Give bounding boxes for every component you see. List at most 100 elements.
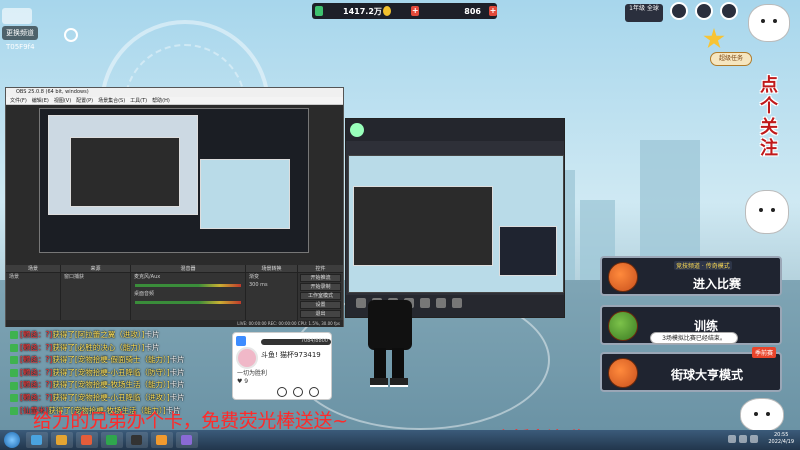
recursive-preview <box>353 186 493 266</box>
duration-field[interactable]: 300 ms <box>246 281 297 289</box>
exit-button[interactable]: 退出 <box>300 310 341 318</box>
windows-taskbar: 20:55 2022/4/19 <box>0 430 800 450</box>
obs-title-bar: OBS 25.0.8 (64 bit, windows) <box>6 88 343 97</box>
clock[interactable]: 20:55 2022/4/19 <box>768 432 794 446</box>
match-mode-label: 竞技频道 · 传奇模式 <box>674 261 732 270</box>
taskbar-app[interactable] <box>126 432 148 448</box>
follow-char: 个 <box>760 96 778 117</box>
mission-button[interactable]: 超级任务 <box>710 52 752 66</box>
transition-select[interactable]: 渐变 <box>246 273 297 281</box>
character-body <box>368 300 412 350</box>
card-type-icon <box>236 336 246 346</box>
menu-help[interactable]: 帮助(H) <box>152 97 170 104</box>
coin-icon <box>383 6 392 16</box>
studio-mode-button[interactable]: 工作室模式 <box>300 292 341 300</box>
app-icon <box>181 435 192 445</box>
start-button[interactable] <box>4 432 20 448</box>
menu-edit[interactable]: 编辑(E) <box>32 97 49 104</box>
note-icon[interactable] <box>293 387 303 397</box>
hp-value: 7084/8800 <box>300 338 328 344</box>
gift-icon[interactable] <box>720 2 738 20</box>
avatar <box>350 123 364 137</box>
gift-icon <box>10 381 18 390</box>
settings-button[interactable]: 设置 <box>300 301 341 309</box>
mic-icon[interactable] <box>420 298 430 308</box>
player-card[interactable]: 7084/8800 斗鱼! 猫杯973419 一切为胜利 ♥ 9 <box>232 332 332 400</box>
cat-mascot <box>748 4 790 42</box>
character-leg <box>374 348 386 380</box>
taskbar-app[interactable] <box>151 432 173 448</box>
mixer-track-mic: 麦克风/Aux <box>134 274 161 280</box>
channel-label[interactable]: 更换频道 <box>2 26 38 40</box>
training-tooltip: 3场模拟比赛已经结束。 <box>650 332 738 344</box>
menu-file[interactable]: 文件(F) <box>10 97 27 104</box>
source-item[interactable]: 窗口捕获 <box>61 273 130 281</box>
mail-icon[interactable] <box>695 2 713 20</box>
menu-tools[interactable]: 工具(T) <box>130 97 147 104</box>
character-shoe <box>390 378 408 387</box>
vip-badge[interactable]: 1年级 全球 <box>625 4 663 22</box>
network-icon[interactable] <box>728 435 736 443</box>
settings-icon[interactable] <box>670 2 688 20</box>
feed-item: [颗函：?] 获得了[宠物拾梗-牧场生活（能力）] 卡片 <box>10 379 230 392</box>
taskbar-app[interactable] <box>101 432 123 448</box>
audio-meter[interactable] <box>135 284 241 287</box>
dock-title-transitions: 场景转换 <box>246 265 297 273</box>
dock-title-mixer: 混音器 <box>131 265 245 273</box>
transitions-dock: 场景转换 渐变 300 ms <box>246 265 298 327</box>
tycoon-mode-button[interactable]: 季前赛 街球大亨模式 <box>600 347 782 392</box>
client-preview <box>348 155 564 293</box>
tycoon-title: 街球大亨模式 <box>670 368 744 382</box>
menu-view[interactable]: 视图(V) <box>54 97 71 104</box>
gift-icon <box>10 356 18 365</box>
clock-date: 2022/4/19 <box>768 439 794 445</box>
whistle-icon <box>608 311 638 341</box>
match-title: 进入比赛 <box>692 277 742 291</box>
obs-window[interactable]: OBS 25.0.8 (64 bit, windows) 文件(F) 编辑(E)… <box>5 87 344 327</box>
add-coin-button[interactable]: + <box>488 6 497 16</box>
stream-client-window[interactable] <box>345 118 565 318</box>
browser-icon <box>81 435 92 445</box>
gift-icon <box>10 331 18 340</box>
basketball-icon <box>608 358 638 388</box>
taskbar-app[interactable] <box>176 432 198 448</box>
sources-dock: 来源 窗口捕获 <box>61 265 131 327</box>
character-shoe <box>370 378 388 387</box>
feed-item: [颗函：?] 获得了[宠物拾梗-假面骑士（能力）] 卡片 <box>10 354 230 367</box>
share-icon[interactable] <box>452 298 462 308</box>
taskbar-app[interactable] <box>26 432 48 448</box>
clock-time: 20:55 <box>773 432 789 438</box>
follow-char: 注 <box>760 138 778 159</box>
enter-match-button[interactable]: 竞技频道 · 传奇模式 进入比赛 <box>600 256 782 296</box>
message-icon[interactable] <box>309 387 319 397</box>
add-currency-button[interactable]: + <box>411 6 420 16</box>
gift-icon <box>10 369 18 378</box>
system-tray <box>728 435 758 443</box>
controls-dock: 控件 开始推流 开始录制 工作室模式 设置 退出 <box>298 265 343 327</box>
mixer-dock: 混音器 麦克风/Aux 桌面音频 <box>131 265 246 327</box>
feed-item: [颗函：?] 获得了[宠物拾梗-小丑降临（进攻）] 卡片 <box>10 392 230 405</box>
taskbar-app[interactable] <box>76 432 98 448</box>
ime-icon[interactable] <box>750 435 758 443</box>
audio-meter[interactable] <box>135 301 241 304</box>
scene-item[interactable]: 场景 <box>6 273 60 281</box>
feed-item: [颗函：?] 获得了[阿拉蕾之翼（进攻）] 卡片 <box>10 329 230 342</box>
menu-profile[interactable]: 配置(P) <box>76 97 93 104</box>
room-id: T05F9f4 <box>6 43 35 51</box>
speaker-icon[interactable] <box>436 298 446 308</box>
start-streaming-button[interactable]: 开始推流 <box>300 274 341 282</box>
info-icon[interactable] <box>277 387 287 397</box>
avatar <box>236 347 258 369</box>
follow-char: 点 <box>760 75 778 96</box>
gift-icon <box>10 343 18 352</box>
refresh-icon[interactable] <box>64 28 78 42</box>
volume-icon[interactable] <box>739 435 747 443</box>
obs-preview[interactable] <box>39 108 309 253</box>
menu-scene-collection[interactable]: 场景集合(S) <box>98 97 125 104</box>
heart-count: ♥ 9 <box>237 378 249 385</box>
taskbar-app[interactable] <box>51 432 73 448</box>
dock-title-controls: 控件 <box>298 265 343 273</box>
gem-icon <box>315 6 324 16</box>
feed-item: [颗函：?] 获得了[必胜的决心（能力）] 卡片 <box>10 342 230 355</box>
start-recording-button[interactable]: 开始录制 <box>300 283 341 291</box>
